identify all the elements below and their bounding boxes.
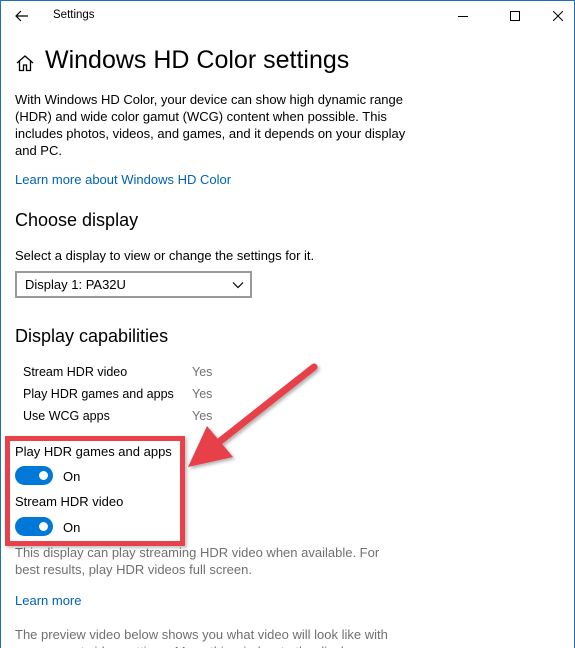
close-icon [553,11,563,21]
page-title: Windows HD Color settings [45,46,350,74]
maximize-button[interactable] [493,1,537,31]
settings-window: Settings Windows HD Color settings With … [0,0,575,648]
annotation-highlight-box [5,436,185,546]
minimize-button[interactable] [441,1,485,31]
streaming-note: This display can play streaming HDR vide… [15,545,380,577]
display-select-label: Select a display to view or change the s… [15,248,315,263]
intro-text: With Windows HD Color, your device can s… [15,92,406,158]
chevron-down-icon [232,282,244,289]
back-arrow-icon [15,10,28,22]
capability-value: Yes [192,409,213,423]
display-capabilities-heading: Display capabilities [15,326,169,346]
title-bar: Settings [1,1,574,31]
capability-value: Yes [192,365,213,379]
home-icon[interactable] [15,53,35,73]
choose-display-heading: Choose display [15,210,139,230]
display-dropdown[interactable]: Display 1: PA32U [15,271,252,298]
preview-note: The preview video below shows you what v… [15,627,388,648]
capability-value: Yes [192,387,213,401]
back-button[interactable] [9,4,35,28]
capability-name: Use WCG apps [23,409,110,423]
display-dropdown-value: Display 1: PA32U [25,277,126,292]
close-button[interactable] [536,1,574,31]
minimize-icon [458,16,468,17]
capability-name: Stream HDR video [23,365,128,379]
maximize-icon [510,11,520,21]
learn-more-hd-color-link[interactable]: Learn more about Windows HD Color [15,172,231,187]
window-title: Settings [53,9,95,21]
capability-name: Play HDR games and apps [23,387,174,401]
learn-more-link[interactable]: Learn more [15,593,81,608]
